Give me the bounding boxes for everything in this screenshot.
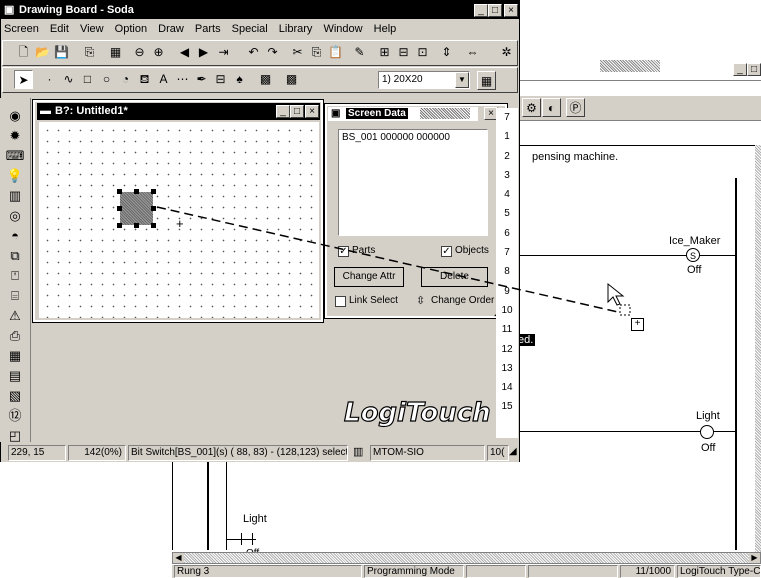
- drag-link-line: [156, 206, 631, 316]
- arrow-cursor-icon: [606, 282, 628, 311]
- drop-target-icon: +: [631, 318, 644, 331]
